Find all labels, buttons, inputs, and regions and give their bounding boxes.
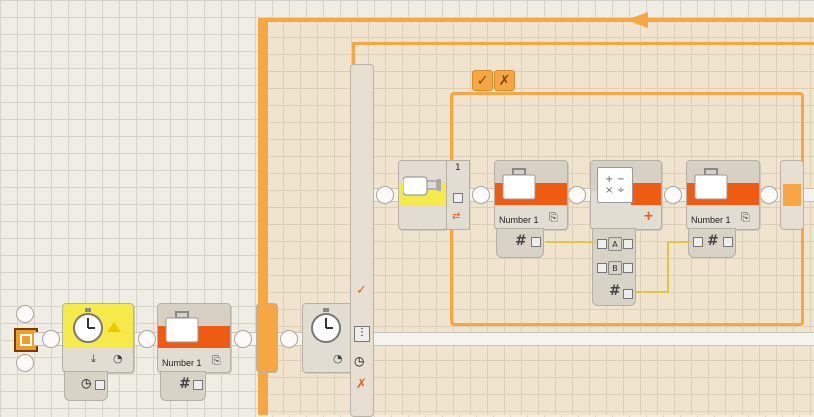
data-wires — [545, 241, 692, 293]
program-canvas[interactable]: ✓ ✗ ⤓ ◔ ◷ Number 1 ⎘ # ◔ ✓ ⋮ ◷ ✗ 1 ⇄ Num… — [0, 0, 814, 417]
wire-result-to-var — [636, 241, 692, 293]
